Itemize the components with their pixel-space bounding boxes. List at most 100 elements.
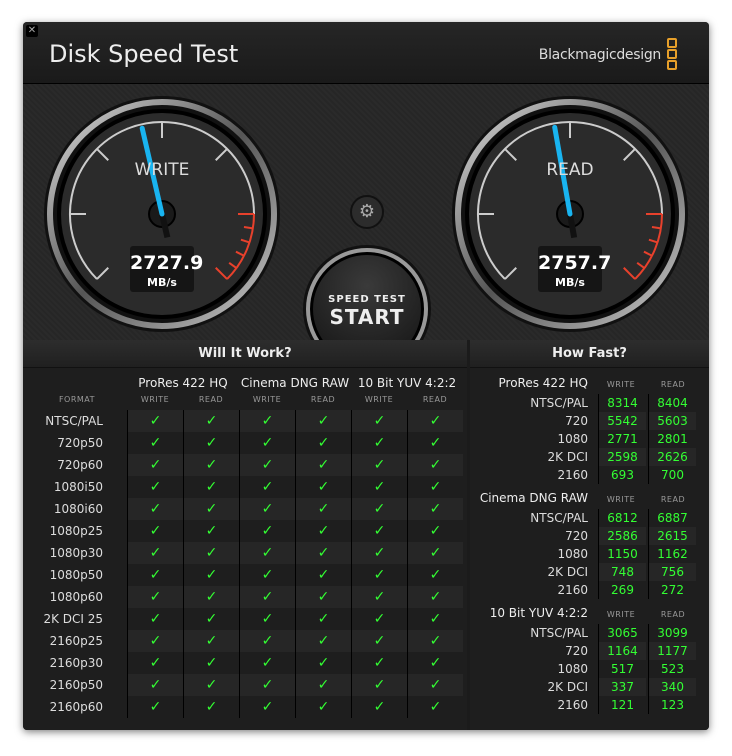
check-cell: ✓ — [127, 498, 183, 520]
format-header: FORMAT — [58, 395, 96, 404]
brand-logo-text: Blackmagicdesign — [538, 47, 662, 63]
resolution-label: 1080 — [557, 662, 588, 676]
check-cell: ✓ — [295, 630, 351, 652]
check-cell: ✓ — [351, 586, 407, 608]
resolution-label: 2160 — [557, 698, 588, 712]
check-cell: ✓ — [127, 542, 183, 564]
start-button-caption: SPEED TEST — [328, 294, 406, 305]
write-gauge-red-tick — [243, 225, 254, 230]
check-cell: ✓ — [351, 608, 407, 630]
group-header: Cinema DNG RAW — [240, 376, 350, 390]
group-header: Cinema DNG RAW — [479, 491, 588, 505]
check-cell: ✓ — [127, 608, 183, 630]
check-cell: ✓ — [407, 432, 463, 454]
write-speed-cell: 517 — [598, 660, 646, 678]
resolution-label: 2K DCI — [547, 680, 588, 694]
will-it-work-panel: Will It Work? FORMAT ProRes 422 HQ WRITE RE… — [23, 340, 467, 730]
check-cell: ✓ — [183, 608, 239, 630]
write-subheader: WRITE — [606, 610, 636, 619]
write-speed-cell: 5542 — [598, 412, 646, 430]
check-cell: ✓ — [351, 696, 407, 718]
check-cell: ✓ — [183, 542, 239, 564]
read-gauge-needle-tail — [567, 213, 578, 239]
resolution-label: 2K DCI — [547, 565, 588, 579]
check-cell: ✓ — [351, 652, 407, 674]
check-cell: ✓ — [407, 454, 463, 476]
brand-logo-icon — [667, 38, 679, 71]
read-speed-cell: 1162 — [648, 545, 696, 563]
resolution-label: 720 — [565, 414, 588, 428]
resolution-label: NTSC/PAL — [530, 626, 588, 640]
check-cell: ✓ — [183, 652, 239, 674]
write-subheader: WRITE — [606, 380, 636, 389]
check-cell: ✓ — [407, 498, 463, 520]
check-cell: ✓ — [183, 498, 239, 520]
check-cell: ✓ — [239, 410, 295, 432]
check-cell: ✓ — [351, 498, 407, 520]
check-cell: ✓ — [127, 476, 183, 498]
app-window: ✕ Disk Speed Test Blackmagicdesign WRITE… — [23, 22, 709, 730]
read-speed-cell: 756 — [648, 563, 696, 581]
write-speed-value: 2727.9 — [130, 252, 204, 274]
write-subheader: WRITE — [252, 395, 282, 404]
write-speed-cell: 121 — [598, 696, 646, 714]
how-fast-panel: How Fast? ProRes 422 HQ WRITE READ NTSC/PAL… — [470, 340, 709, 730]
format-label: 2K DCI 25 — [43, 612, 103, 626]
read-speed-cell: 5603 — [648, 412, 696, 430]
check-cell: ✓ — [351, 432, 407, 454]
read-subheader: READ — [310, 395, 336, 404]
check-cell: ✓ — [183, 454, 239, 476]
close-icon[interactable]: ✕ — [26, 25, 38, 37]
resolution-label: 1080 — [557, 547, 588, 561]
group-header: 10 Bit YUV 4:2:2 — [357, 376, 457, 390]
resolution-label: 2K DCI — [547, 450, 588, 464]
will-it-work-title: Will It Work? — [23, 340, 467, 368]
write-speed-cell: 693 — [598, 466, 646, 484]
write-speed-cell: 269 — [598, 581, 646, 599]
resolution-label: 2160 — [557, 583, 588, 597]
check-cell: ✓ — [295, 564, 351, 586]
format-label: 2160p50 — [49, 678, 103, 692]
check-cell: ✓ — [183, 520, 239, 542]
check-cell: ✓ — [127, 586, 183, 608]
write-speed-cell: 8314 — [598, 394, 646, 412]
check-cell: ✓ — [295, 520, 351, 542]
read-subheader: READ — [198, 395, 224, 404]
format-label: 1080p50 — [49, 568, 103, 582]
check-cell: ✓ — [351, 476, 407, 498]
check-cell: ✓ — [351, 674, 407, 696]
check-cell: ✓ — [407, 652, 463, 674]
read-speed-cell: 340 — [648, 678, 696, 696]
settings-gear-icon[interactable]: ⚙ — [350, 195, 384, 229]
write-speed-cell: 3065 — [598, 624, 646, 642]
write-speed-cell: 337 — [598, 678, 646, 696]
write-subheader: WRITE — [140, 395, 170, 404]
check-cell: ✓ — [295, 542, 351, 564]
check-cell: ✓ — [295, 696, 351, 718]
check-cell: ✓ — [127, 696, 183, 718]
write-speed-unit: MB/s — [147, 276, 177, 289]
read-speed-cell: 523 — [648, 660, 696, 678]
check-cell: ✓ — [351, 542, 407, 564]
resolution-label: 2160 — [557, 468, 588, 482]
check-cell: ✓ — [239, 696, 295, 718]
format-label: 2160p30 — [49, 656, 103, 670]
check-cell: ✓ — [351, 410, 407, 432]
read-subheader: READ — [660, 380, 686, 389]
check-cell: ✓ — [183, 432, 239, 454]
format-label: 1080p25 — [49, 524, 103, 538]
write-subheader: WRITE — [606, 495, 636, 504]
read-speed-unit: MB/s — [555, 276, 585, 289]
check-cell: ✓ — [407, 564, 463, 586]
check-cell: ✓ — [295, 454, 351, 476]
read-gauge-label: READ — [546, 160, 594, 180]
check-cell: ✓ — [407, 586, 463, 608]
read-speed-cell: 123 — [648, 696, 696, 714]
check-cell: ✓ — [239, 432, 295, 454]
resolution-label: 1080 — [557, 432, 588, 446]
check-cell: ✓ — [239, 564, 295, 586]
check-cell: ✓ — [407, 674, 463, 696]
check-cell: ✓ — [239, 520, 295, 542]
read-subheader: READ — [660, 495, 686, 504]
check-cell: ✓ — [239, 498, 295, 520]
